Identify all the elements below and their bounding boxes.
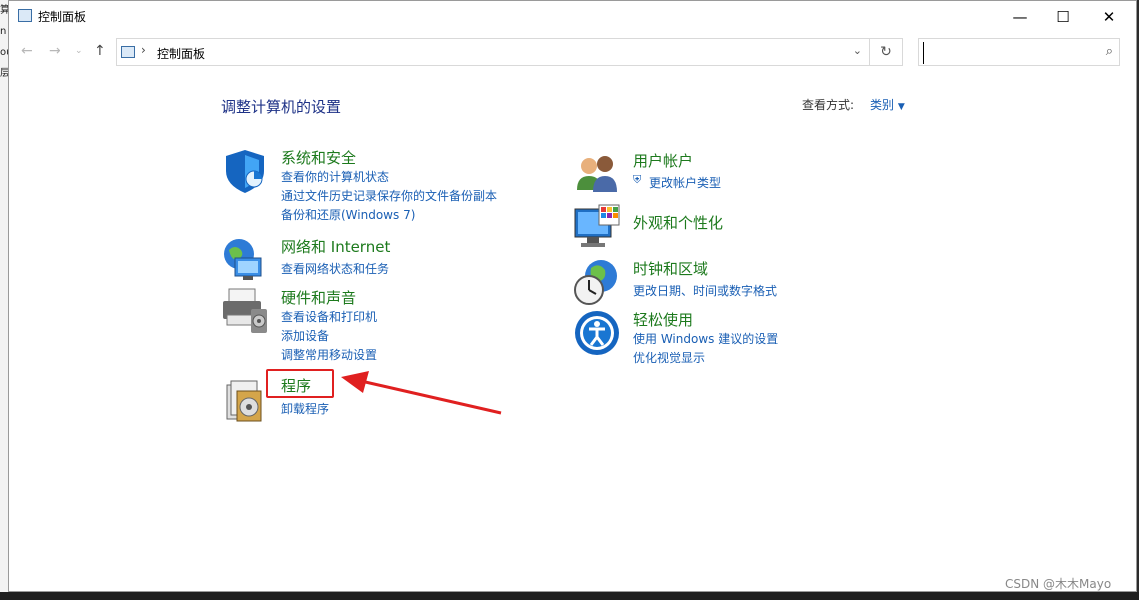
network-icon[interactable]	[221, 236, 269, 284]
link-mobility-settings[interactable]: 调整常用移动设置	[281, 346, 377, 363]
category-title[interactable]: 硬件和声音	[281, 287, 356, 308]
forward-arrow-icon[interactable]: →	[49, 43, 61, 59]
address-field[interactable]: › 控制面板 ⌄ ↻	[116, 38, 903, 66]
watermark: CSDN @木木Mayo	[1005, 577, 1112, 591]
window-title: 控制面板	[38, 10, 87, 24]
monitor-icon[interactable]	[573, 203, 621, 251]
category-title[interactable]: 轻松使用	[633, 309, 693, 330]
category-title[interactable]: 外观和个性化	[633, 212, 723, 233]
view-by-label: 查看方式:	[802, 98, 855, 112]
category-title[interactable]: 用户帐户	[633, 150, 693, 171]
category-title[interactable]: 时钟和区域	[633, 258, 708, 279]
annotation-arrow-icon	[341, 371, 502, 415]
users-icon[interactable]	[573, 150, 621, 198]
search-icon[interactable]: ⌕	[1106, 44, 1113, 59]
address-dropdown-icon[interactable]: ⌄	[853, 44, 862, 57]
up-arrow-icon[interactable]: ↑	[94, 43, 106, 59]
control-panel-icon	[18, 9, 32, 22]
recent-dropdown-icon[interactable]: ⌄	[75, 46, 83, 56]
uac-shield-icon: ⛨	[633, 173, 642, 186]
close-button[interactable]: ✕	[1086, 1, 1132, 32]
maximize-button[interactable]: ☐	[1040, 1, 1086, 32]
link-devices-printers[interactable]: 查看设备和打印机	[281, 308, 377, 325]
title-bar[interactable]: 控制面板 — ☐ ✕	[9, 1, 1136, 32]
link-date-time-format[interactable]: 更改日期、时间或数字格式	[633, 282, 777, 299]
view-by-value[interactable]: 类别	[870, 98, 894, 112]
clock-icon[interactable]	[573, 258, 621, 306]
category-title[interactable]: 网络和 Internet	[281, 236, 390, 257]
link-network-status[interactable]: 查看网络状态和任务	[281, 260, 389, 277]
link-uninstall-program[interactable]: 卸载程序	[281, 400, 329, 417]
minimize-button[interactable]: —	[997, 1, 1043, 32]
link-backup-restore[interactable]: 备份和还原(Windows 7)	[281, 206, 415, 223]
control-panel-window: 控制面板 — ☐ ✕ ← → ⌄ ↑ › 控制面板 ⌄ ↻ ⌕ 调整计算机的设置…	[8, 0, 1137, 592]
control-panel-icon	[121, 46, 135, 58]
taskbar-edge	[0, 592, 1139, 600]
category-title[interactable]: 系统和安全	[281, 147, 356, 168]
search-input[interactable]	[923, 42, 1098, 64]
view-by-dropdown[interactable]: 类别 ▼	[870, 96, 905, 113]
link-change-account-type[interactable]: 更改帐户类型	[649, 174, 721, 191]
programs-icon[interactable]	[221, 377, 269, 425]
search-field[interactable]: ⌕	[918, 38, 1120, 66]
breadcrumb-separator: ›	[141, 43, 146, 57]
annotation-highlight-box	[266, 369, 334, 398]
dropdown-arrow-icon[interactable]: ▼	[898, 102, 905, 112]
page-title: 调整计算机的设置	[221, 98, 342, 116]
shield-icon[interactable]	[221, 147, 269, 195]
refresh-icon[interactable]: ↻	[869, 39, 902, 65]
address-bar: ← → ⌄ ↑ › 控制面板 ⌄ ↻ ⌕	[9, 35, 1136, 69]
breadcrumb-control-panel[interactable]: 控制面板	[157, 45, 205, 62]
printer-icon[interactable]	[221, 287, 269, 335]
link-recommended-settings[interactable]: 使用 Windows 建议的设置	[633, 330, 778, 347]
link-add-device[interactable]: 添加设备	[281, 327, 329, 344]
link-optimize-display[interactable]: 优化视觉显示	[633, 349, 705, 366]
accessibility-icon[interactable]	[573, 309, 621, 357]
back-arrow-icon[interactable]: ←	[21, 43, 33, 59]
link-check-computer-status[interactable]: 查看你的计算机状态	[281, 168, 389, 185]
link-file-history[interactable]: 通过文件历史记录保存你的文件备份副本	[281, 187, 497, 204]
